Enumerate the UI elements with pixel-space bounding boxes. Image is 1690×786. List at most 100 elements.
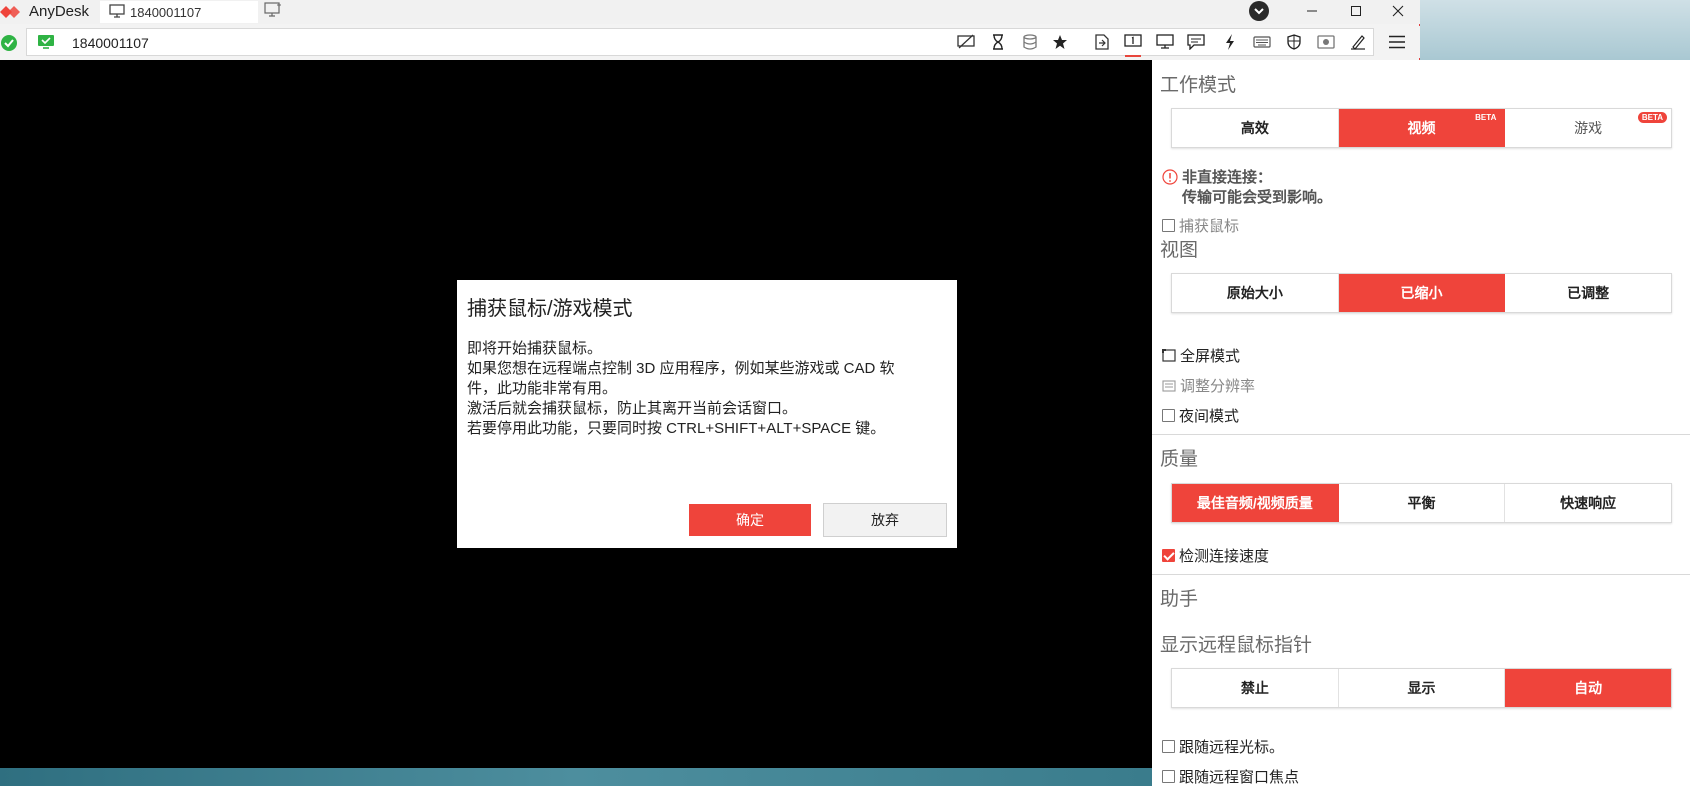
keyboard-button[interactable] — [1251, 32, 1273, 52]
display-icon — [1156, 34, 1174, 49]
view-shrunk[interactable]: 已缩小 — [1338, 274, 1506, 312]
assistant-heading: 助手 — [1160, 589, 1199, 610]
warning-line: 非直接连接： — [1182, 169, 1273, 186]
keyboard-icon — [1253, 36, 1271, 48]
fullscreen-option[interactable]: 全屏模式 — [1162, 345, 1240, 366]
remote-monitor-icon — [38, 35, 54, 49]
work-mode-efficient[interactable]: 高效 — [1172, 109, 1339, 147]
monitor-select-button[interactable] — [1122, 32, 1144, 57]
desktop-background — [1420, 0, 1690, 60]
dialog-body: 即将开始捕获鼠标。 如果您想在远程端点控制 3D 应用程序，例如某些游戏或 CA… — [467, 339, 937, 439]
option-label: 原始大小 — [1226, 285, 1283, 301]
whiteboard-icon — [1351, 35, 1365, 50]
view-original-size[interactable]: 原始大小 — [1172, 274, 1339, 312]
lightning-icon — [1226, 34, 1234, 50]
detect-speed-checkbox[interactable] — [1162, 549, 1175, 562]
minimize-button[interactable] — [1290, 0, 1334, 22]
follow-cursor-checkbox[interactable] — [1162, 740, 1175, 753]
favorite-button[interactable] — [1049, 32, 1071, 52]
work-mode-game[interactable]: 游戏 BETA — [1505, 109, 1672, 147]
permissions-button[interactable] — [1283, 32, 1305, 52]
privacy-button[interactable] — [955, 32, 977, 52]
anydesk-logo-icon — [0, 6, 20, 18]
menu-icon — [1389, 35, 1405, 49]
actions-button[interactable] — [1219, 32, 1241, 52]
section-divider — [1152, 434, 1690, 435]
night-mode-option[interactable]: 夜间模式 — [1162, 405, 1239, 426]
privacy-icon — [957, 34, 975, 49]
display-settings-button[interactable] — [1154, 32, 1176, 52]
connected-check-icon — [1, 35, 17, 51]
beta-badge: BETA — [1637, 112, 1668, 123]
title-bar[interactable]: AnyDesk 1840001107 — [0, 0, 1420, 24]
confirm-button[interactable]: 确定 — [689, 504, 811, 536]
option-label: 自动 — [1574, 680, 1603, 696]
session-tab[interactable]: 1840001107 — [100, 1, 258, 23]
option-label: 检测连接速度 — [1179, 548, 1270, 565]
new-session-icon[interactable] — [264, 2, 282, 18]
star-icon — [1053, 35, 1067, 49]
dialog-line: 若要停用此功能，只要同时按 CTRL+SHIFT+ALT+SPACE 键。 — [467, 420, 886, 437]
download-button[interactable] — [1249, 1, 1269, 21]
remote-cursor-heading: 显示远程鼠标指针 — [1160, 635, 1313, 656]
cursor-show[interactable]: 显示 — [1338, 669, 1506, 707]
view-adjusted[interactable]: 已调整 — [1505, 274, 1672, 312]
option-label: 已缩小 — [1400, 285, 1443, 301]
database-button[interactable] — [1019, 32, 1041, 52]
night-mode-checkbox[interactable] — [1162, 409, 1175, 422]
capture-mouse-option[interactable]: 捕获鼠标 — [1162, 215, 1239, 236]
follow-focus-option[interactable]: 跟随远程窗口焦点 — [1162, 766, 1299, 786]
record-button[interactable] — [1315, 32, 1337, 52]
detect-speed-option[interactable]: 检测连接速度 — [1162, 545, 1269, 566]
database-icon — [1023, 34, 1037, 50]
close-button[interactable] — [1376, 0, 1420, 22]
warning-line: 传输可能会受到影响。 — [1182, 189, 1333, 206]
close-icon — [1392, 5, 1404, 17]
minimize-icon — [1307, 10, 1317, 12]
main-menu-button[interactable] — [1385, 31, 1409, 53]
beta-badge: BETA — [1475, 113, 1497, 122]
desktop-background-strip — [0, 768, 1152, 786]
whiteboard-button[interactable] — [1347, 32, 1369, 52]
quality-fast[interactable]: 快速响应 — [1505, 484, 1672, 522]
address-bar: 1840001107 — [0, 26, 1420, 58]
session-timer-button[interactable] — [987, 32, 1009, 52]
cancel-button[interactable]: 放弃 — [823, 503, 947, 537]
dialog-line: 激活后就会捕获鼠标，防止其离开当前会话窗口。 — [467, 400, 798, 417]
option-label: 全屏模式 — [1180, 348, 1241, 365]
quality-best[interactable]: 最佳音频/视频质量 — [1172, 484, 1339, 522]
cursor-auto[interactable]: 自动 — [1505, 669, 1672, 707]
active-indicator — [1125, 55, 1141, 57]
view-selector: 原始大小 已缩小 已调整 — [1171, 273, 1672, 313]
chevron-down-icon — [1254, 8, 1264, 15]
resolution-option[interactable]: 调整分辨率 — [1162, 375, 1255, 396]
option-label: 高效 — [1240, 120, 1269, 136]
option-label: 禁止 — [1240, 680, 1269, 696]
option-label: 跟随远程窗口焦点 — [1179, 769, 1300, 786]
chat-button[interactable] — [1185, 32, 1207, 52]
capture-mouse-dialog: 捕获鼠标/游戏模式 即将开始捕获鼠标。 如果您想在远程端点控制 3D 应用程序，… — [457, 280, 957, 548]
follow-cursor-option[interactable]: 跟随远程光标。 — [1162, 736, 1284, 757]
fullscreen-icon — [1162, 349, 1176, 362]
hourglass-icon — [993, 34, 1003, 50]
anydesk-window: AnyDesk 1840001107 1840001107 — [0, 0, 1420, 60]
work-mode-heading: 工作模式 — [1160, 75, 1237, 96]
maximize-button[interactable] — [1334, 0, 1378, 22]
cursor-disabled[interactable]: 禁止 — [1172, 669, 1339, 707]
settings-panel: 工作模式 高效 视频 BETA 游戏 BETA 非直接连接： 传输可能会受到影响。 … — [1152, 60, 1690, 786]
file-transfer-button[interactable] — [1091, 32, 1113, 52]
resolution-icon — [1162, 379, 1176, 392]
permissions-icon — [1287, 34, 1301, 50]
capture-mouse-checkbox[interactable] — [1162, 219, 1175, 232]
option-label: 捕获鼠标 — [1179, 218, 1240, 235]
work-mode-video[interactable]: 视频 BETA — [1338, 109, 1506, 147]
follow-focus-checkbox[interactable] — [1162, 770, 1175, 783]
quality-balanced[interactable]: 平衡 — [1338, 484, 1506, 522]
tab-title: 1840001107 — [130, 5, 202, 20]
desktop: AnyDesk 1840001107 1840001107 捕获鼠标/游戏模式 … — [0, 0, 1690, 786]
option-label: 调整分辨率 — [1180, 378, 1256, 395]
dialog-title: 捕获鼠标/游戏模式 — [467, 298, 633, 320]
chat-icon — [1187, 34, 1205, 50]
option-label: 快速响应 — [1560, 495, 1617, 511]
monitor-1-icon — [1124, 34, 1142, 47]
